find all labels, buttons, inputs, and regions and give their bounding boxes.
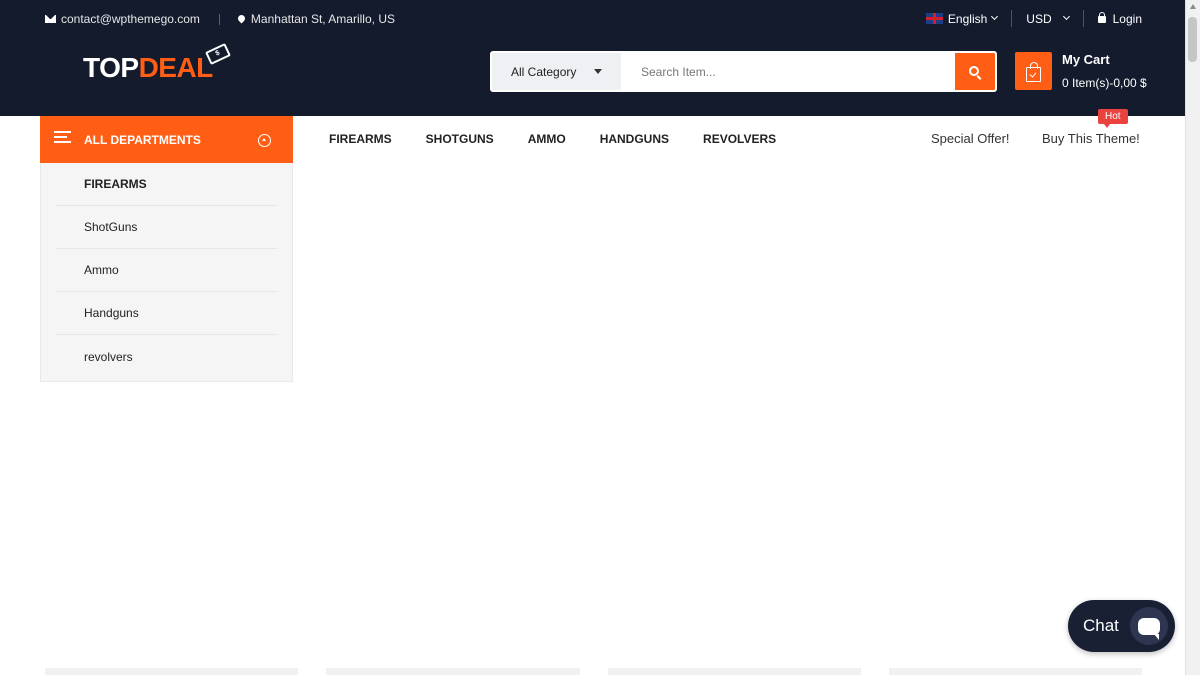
chat-bubble-icon xyxy=(1130,607,1168,645)
scrollbar-thumb[interactable] xyxy=(1188,17,1197,62)
language-selector[interactable]: English xyxy=(925,11,999,26)
mail-icon xyxy=(45,15,56,23)
nav-item-handguns[interactable]: HANDGUNS xyxy=(600,132,669,146)
caret-down-icon xyxy=(594,69,602,74)
arrow-up-circle-icon xyxy=(258,134,271,147)
department-item-handguns[interactable]: Handguns xyxy=(56,292,277,335)
login-label: Login xyxy=(1112,11,1142,26)
buy-theme-link[interactable]: Buy This Theme! xyxy=(1042,131,1140,146)
chevron-down-icon xyxy=(1062,12,1070,21)
price-tag-icon: $ xyxy=(204,43,231,65)
department-item-ammo[interactable]: Ammo xyxy=(56,249,277,292)
search-input[interactable] xyxy=(621,53,955,90)
search-button[interactable] xyxy=(955,53,995,90)
divider xyxy=(1011,10,1013,27)
category-select[interactable]: All Category xyxy=(492,53,621,90)
site-header: contact@wpthemego.com Manhattan St, Amar… xyxy=(0,0,1200,116)
login-link[interactable]: Login xyxy=(1097,11,1142,26)
page-scrollbar[interactable] xyxy=(1185,0,1200,675)
department-item-revolvers[interactable]: revolvers xyxy=(56,335,277,378)
contact-bar: contact@wpthemego.com Manhattan St, Amar… xyxy=(45,12,395,26)
department-item-firearms[interactable]: FIREARMS xyxy=(56,163,277,206)
nav-item-firearms[interactable]: FIREARMS xyxy=(329,132,392,146)
lock-icon xyxy=(1097,12,1106,23)
nav-item-ammo[interactable]: AMMO xyxy=(528,132,566,146)
product-card[interactable] xyxy=(889,668,1142,675)
map-pin-icon xyxy=(236,13,247,23)
scroll-up-arrow-icon[interactable] xyxy=(1190,4,1196,9)
uk-flag-icon xyxy=(925,13,943,24)
currency-selector[interactable]: USD xyxy=(1026,11,1070,26)
all-departments-toggle[interactable]: ALL DEPARTMENTS xyxy=(40,116,293,163)
nav-item-revolvers[interactable]: REVOLVERS xyxy=(703,132,776,146)
cart-button[interactable] xyxy=(1015,52,1052,90)
product-card[interactable] xyxy=(608,668,861,675)
special-offer-link[interactable]: Special Offer! xyxy=(931,131,1010,146)
chevron-down-icon xyxy=(991,12,999,21)
language-label: English xyxy=(947,11,988,26)
search-icon xyxy=(969,65,979,76)
contact-address: Manhattan St, Amarillo, US xyxy=(250,12,395,26)
all-departments-label: ALL DEPARTMENTS xyxy=(84,132,201,147)
main-navigation: FIREARMS SHOTGUNS AMMO HANDGUNS REVOLVER… xyxy=(329,132,810,146)
hot-badge: Hot xyxy=(1098,109,1128,128)
product-card[interactable] xyxy=(326,668,580,675)
category-select-label: All Category xyxy=(511,64,577,79)
chat-label: Chat xyxy=(1083,616,1119,635)
logo-text-deal: DEAL xyxy=(138,52,214,83)
menu-icon xyxy=(54,130,71,143)
divider xyxy=(218,13,220,25)
search-bar: All Category xyxy=(490,51,997,92)
product-card[interactable] xyxy=(45,668,298,675)
nav-item-shotguns[interactable]: SHOTGUNS xyxy=(426,132,494,146)
shopping-bag-icon xyxy=(1026,61,1041,82)
site-logo[interactable]: TOP DEAL $ xyxy=(83,43,231,83)
divider xyxy=(1082,10,1084,27)
account-bar: English USD Login xyxy=(925,10,1142,27)
logo-text-top: TOP xyxy=(83,52,139,83)
cart-title[interactable]: My Cart xyxy=(1062,52,1110,67)
departments-menu: FIREARMS ShotGuns Ammo Handguns revolver… xyxy=(40,163,293,382)
currency-label: USD xyxy=(1026,11,1052,26)
chat-widget-button[interactable]: Chat xyxy=(1068,600,1175,652)
department-item-shotguns[interactable]: ShotGuns xyxy=(56,206,277,249)
cart-summary[interactable]: 0 Item(s)-0,00 $ xyxy=(1062,76,1147,90)
contact-email[interactable]: contact@wpthemego.com xyxy=(61,12,200,26)
